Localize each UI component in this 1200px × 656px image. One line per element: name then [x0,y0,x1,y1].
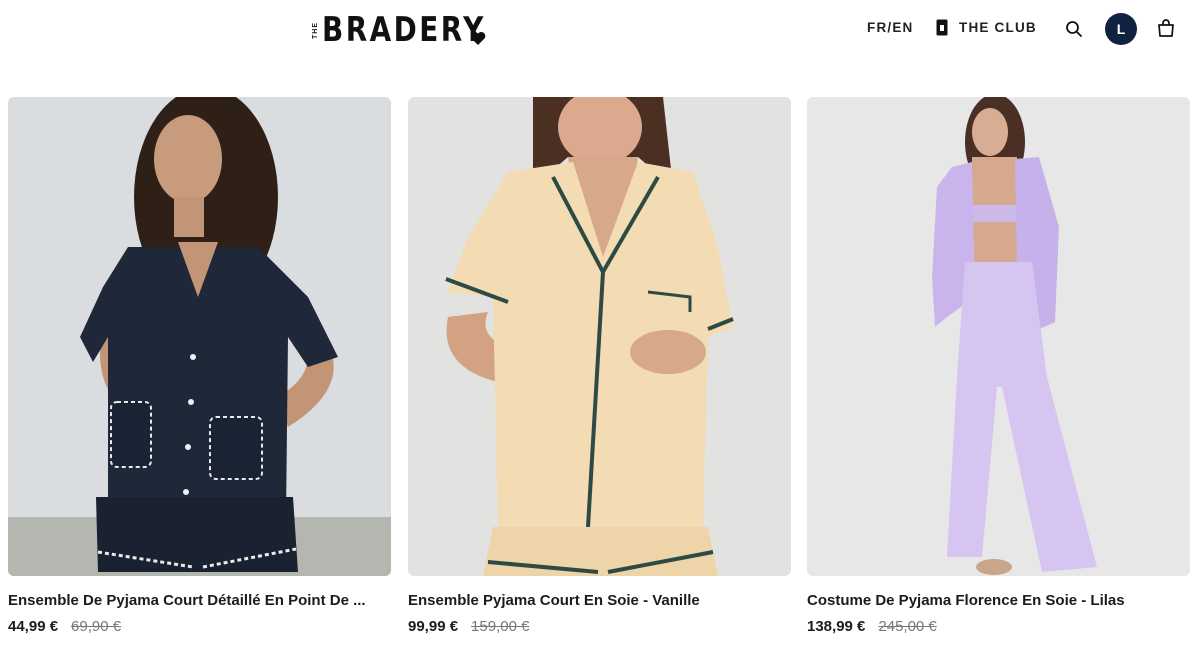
search-icon[interactable] [1065,20,1083,38]
site-header: THE BRADERY FR/EN THE CLUB L [0,0,1200,60]
product-title[interactable]: Ensemble De Pyjama Court Détaillé En Poi… [8,592,391,609]
sale-price: 138,99 € [807,618,866,635]
logo-prefix: THE [312,21,319,39]
shopping-bag-icon[interactable] [1156,18,1176,38]
product-photo-navy-pyjama [8,97,391,576]
product-card[interactable]: Ensemble Pyjama Court En Soie - Vanille … [408,97,791,635]
user-avatar[interactable]: L [1105,13,1137,45]
product-image[interactable] [408,97,791,576]
product-image[interactable] [807,97,1190,576]
original-price: 159,00 € [471,618,530,635]
product-photo-vanilla-silk-pyjama [408,97,791,576]
product-card[interactable]: Costume De Pyjama Florence En Soie - Lil… [807,97,1190,635]
the-club-label: THE CLUB [959,20,1037,35]
club-card-icon [936,19,948,36]
the-club-link[interactable]: THE CLUB [936,19,1037,36]
brand-logo[interactable]: THE BRADERY [312,12,522,48]
original-price: 245,00 € [878,618,937,635]
product-title[interactable]: Ensemble Pyjama Court En Soie - Vanille [408,592,791,609]
product-card[interactable]: Ensemble De Pyjama Court Détaillé En Poi… [8,97,391,635]
heart-icon [470,31,486,45]
product-prices: 99,99 € 159,00 € [408,618,791,635]
sale-price: 99,99 € [408,618,459,635]
original-price: 69,90 € [71,618,122,635]
sale-price: 44,99 € [8,618,59,635]
product-image[interactable] [8,97,391,576]
product-prices: 44,99 € 69,90 € [8,618,391,635]
product-title[interactable]: Costume De Pyjama Florence En Soie - Lil… [807,592,1190,609]
logo-wordmark: BRADERY [322,10,486,50]
product-photo-lilac-silk-pyjama [807,97,1190,576]
language-switcher[interactable]: FR/EN [867,20,914,35]
product-prices: 138,99 € 245,00 € [807,618,1190,635]
